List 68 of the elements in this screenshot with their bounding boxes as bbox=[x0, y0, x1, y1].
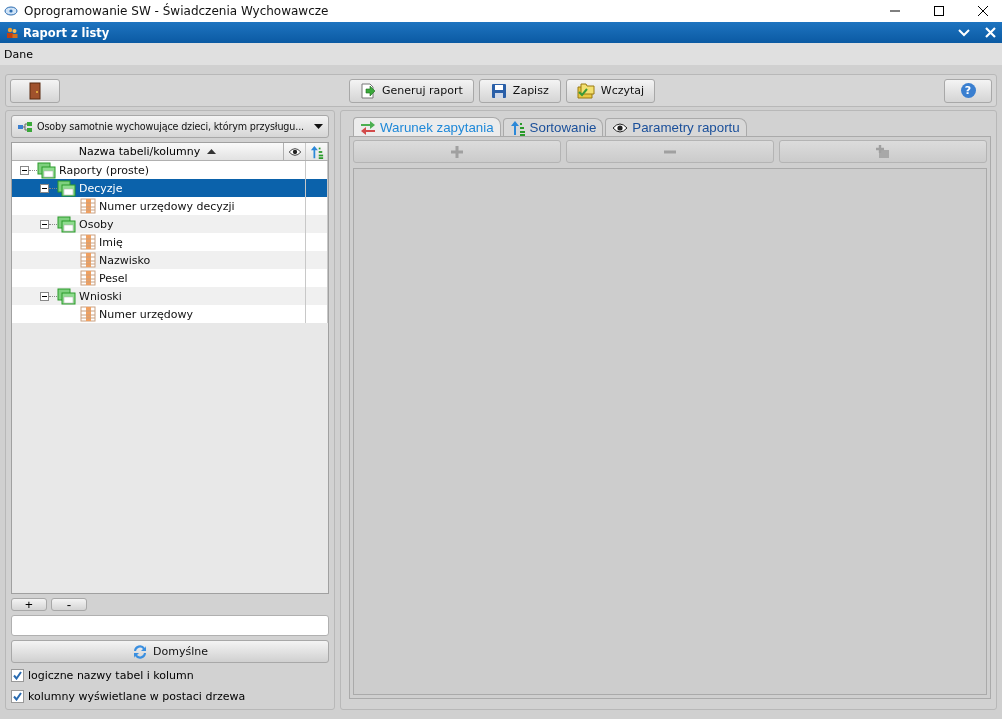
input-field[interactable] bbox=[11, 615, 329, 636]
help-button[interactable]: ? bbox=[944, 78, 992, 103]
eye-icon bbox=[612, 121, 629, 134]
minus-icon bbox=[664, 149, 676, 154]
sort-ascending-icon bbox=[309, 144, 324, 159]
menu-item[interactable]: Dane bbox=[3, 47, 34, 61]
table-stack-icon bbox=[57, 215, 76, 233]
defaults-button[interactable]: Domyślne bbox=[11, 640, 329, 663]
checkbox[interactable] bbox=[11, 669, 24, 682]
app-icon bbox=[4, 5, 18, 17]
plus-icon bbox=[451, 145, 463, 158]
tree-row[interactable]: Numer urzędowy bbox=[12, 305, 328, 323]
column-icon bbox=[80, 198, 96, 214]
tree-row[interactable]: Decyzje bbox=[12, 179, 328, 197]
report-selector[interactable]: Osoby samotnie wychowujące dzieci, którym przysługu... bbox=[11, 115, 329, 138]
collapse-icon[interactable] bbox=[40, 291, 49, 301]
hierarchy-icon bbox=[17, 120, 33, 133]
column-icon bbox=[80, 234, 96, 250]
small-button[interactable]: + bbox=[11, 598, 47, 611]
checkbox[interactable] bbox=[11, 690, 24, 703]
maximize-icon[interactable] bbox=[934, 6, 944, 16]
save-button[interactable]: Zapisz bbox=[478, 78, 561, 103]
tree-row[interactable]: Nazwisko bbox=[12, 251, 328, 269]
dialog-title: Raport z listy bbox=[23, 25, 110, 40]
generate-button[interactable]: Generuj raport bbox=[348, 78, 474, 103]
tree-item-label: Raporty (proste) bbox=[59, 163, 150, 177]
chevron-down-icon[interactable] bbox=[958, 28, 970, 37]
column-icon bbox=[80, 252, 96, 268]
table-stack-icon bbox=[57, 179, 76, 197]
tree-item-label: Imię bbox=[99, 235, 123, 249]
eye-icon bbox=[287, 146, 302, 157]
refresh-icon bbox=[132, 643, 148, 660]
tree-item-label: Osoby bbox=[79, 217, 114, 231]
tree-item-label: Numer urzędowy decyzji bbox=[99, 199, 235, 213]
sort-ascending-icon bbox=[509, 119, 526, 136]
tab[interactable]: Sortowanie bbox=[502, 118, 604, 136]
tree-item-label: Decyzje bbox=[79, 181, 123, 195]
people-icon bbox=[6, 26, 18, 39]
column-icon bbox=[80, 270, 96, 286]
collapse-icon[interactable] bbox=[20, 165, 29, 175]
column-icon bbox=[80, 306, 96, 322]
tab[interactable]: Parametry raportu bbox=[605, 118, 747, 136]
collapse-icon[interactable] bbox=[40, 183, 49, 193]
collapse-icon[interactable] bbox=[40, 219, 49, 229]
tree-row[interactable]: Osoby bbox=[12, 215, 328, 233]
checkbox-label: kolumny wyświetlane w postaci drzewa bbox=[28, 690, 246, 703]
document-arrow-icon bbox=[359, 82, 376, 99]
tree-row[interactable]: Wnioski bbox=[12, 287, 328, 305]
window-title: Oprogramowanie SW - Świadczenia Wychowawcze bbox=[24, 4, 329, 18]
checkbox-label: logiczne nazwy tabel i kolumn bbox=[28, 669, 194, 682]
tree-row[interactable]: Raporty (proste) bbox=[12, 161, 328, 179]
tree-row[interactable]: Pesel bbox=[12, 269, 328, 287]
door-icon bbox=[29, 81, 41, 100]
tree-item-label: Numer urzędowy bbox=[99, 307, 193, 321]
tree-row[interactable]: Numer urzędowy decyzji bbox=[12, 197, 328, 215]
tree-row[interactable]: Imię bbox=[12, 233, 328, 251]
table-stack-icon bbox=[57, 287, 76, 305]
tree-item-label: Nazwisko bbox=[99, 253, 151, 267]
close-icon[interactable] bbox=[978, 6, 988, 16]
dropdown-arrow-icon bbox=[314, 124, 323, 129]
tree-item-label: Wnioski bbox=[79, 289, 122, 303]
folders-icon bbox=[576, 82, 595, 99]
tree-item-label: Pesel bbox=[99, 271, 128, 285]
load-button[interactable]: Wczytaj bbox=[565, 78, 656, 103]
add-group-icon bbox=[876, 144, 890, 159]
exit-button[interactable] bbox=[10, 78, 60, 103]
arrows-icon bbox=[360, 119, 376, 135]
small-button[interactable]: - bbox=[51, 598, 87, 611]
